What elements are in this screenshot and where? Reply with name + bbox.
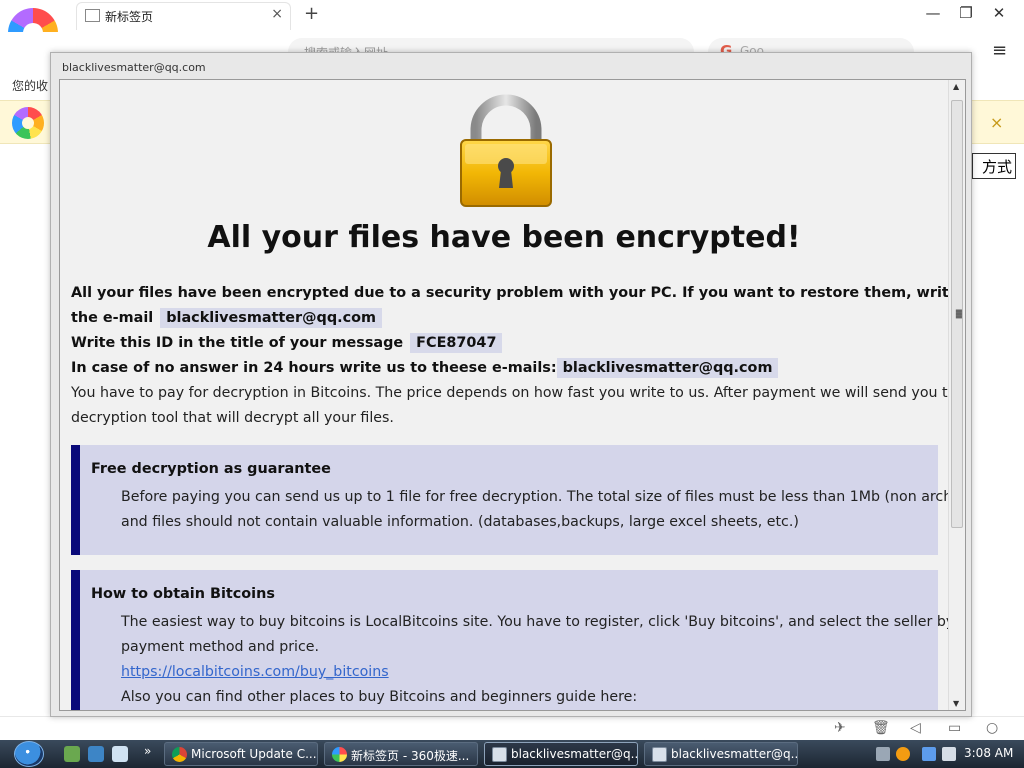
window-icon[interactable]: ▭: [948, 720, 961, 736]
notice-close-icon[interactable]: ×: [990, 113, 1003, 132]
quick-launch-more-icon[interactable]: »: [144, 744, 151, 758]
task-label: blacklivesmatter@q...: [671, 747, 798, 761]
padlock-icon: [460, 94, 552, 207]
grip-icon: ▬ ▬ ▬: [955, 306, 963, 321]
task-button-microsoft-update[interactable]: Microsoft Update C...: [164, 742, 318, 766]
task-button-360-browser[interactable]: 新标签页 - 360极速...: [324, 742, 478, 766]
intro-line-2: the e-mail blacklivesmatter@qq.com: [71, 308, 383, 328]
window-icon: [652, 747, 667, 762]
backup-prefix: In case of no answer in 24 hours write u…: [71, 360, 557, 376]
bookmark-bar-text: 您的收: [12, 79, 49, 93]
restore-button[interactable]: ❐: [955, 4, 977, 22]
panel-text-line: payment method and price.: [121, 639, 320, 655]
browser-icon[interactable]: [88, 746, 104, 762]
task-button-ransom-note[interactable]: blacklivesmatter@q...: [644, 742, 798, 766]
system-tray: 3:08 AM: [868, 740, 1024, 768]
scroll-up-icon[interactable]: ▲: [953, 82, 959, 91]
new-tab-button[interactable]: +: [304, 3, 319, 24]
note-content: All your files have been encrypted! All …: [60, 80, 948, 710]
tab-title: 新标签页: [105, 10, 154, 24]
panel-title: How to obtain Bitcoins: [91, 586, 275, 602]
scrollbar-thumb[interactable]: ▬ ▬ ▬: [951, 100, 963, 528]
localbitcoins-link[interactable]: https://localbitcoins.com/buy_bitcoins: [121, 664, 389, 680]
speaker-icon[interactable]: ◁: [910, 720, 921, 736]
task-label: Microsoft Update C...: [191, 747, 317, 761]
rocket-icon[interactable]: ✈: [834, 720, 846, 736]
tray-app-icon[interactable]: [876, 747, 890, 761]
windows-logo-icon: [14, 741, 44, 767]
note-frame: All your files have been encrypted! All …: [59, 79, 966, 711]
panel-free-decryption: Free decryption as guarantee Before payi…: [71, 445, 948, 555]
clock[interactable]: 3:08 AM: [964, 746, 1013, 760]
browser-tab-bar: 新标签页 × + — ❐ ✕: [0, 0, 1024, 58]
panel-text-line: The easiest way to buy bitcoins is Local…: [121, 614, 948, 630]
minimize-button[interactable]: —: [922, 4, 944, 22]
id-line: Write this ID in the title of your messa…: [71, 333, 503, 353]
panel-text-line: and files should not contain valuable in…: [121, 514, 799, 530]
email-highlight[interactable]: blacklivesmatter@qq.com: [160, 308, 383, 328]
360-browser-logo-icon: [12, 107, 44, 139]
intro-line-2-prefix: the e-mail: [71, 310, 154, 326]
network-icon[interactable]: [922, 747, 936, 761]
side-button[interactable]: 方式: [972, 153, 1016, 179]
trash-icon[interactable]: 🗑: [872, 720, 890, 736]
scroll-down-icon[interactable]: ▼: [953, 699, 959, 708]
vertical-scrollbar[interactable]: ▲ ▬ ▬ ▬ ▼: [948, 80, 965, 710]
panel-text-line: Before paying you can send us up to 1 fi…: [121, 489, 948, 505]
window-title: blacklivesmatter@qq.com: [62, 61, 206, 74]
search-icon[interactable]: ○: [986, 720, 998, 736]
360-browser-icon: [332, 747, 347, 762]
browser-status-bar: ✈ 🗑 ◁ ▭ ○: [0, 716, 1024, 740]
chrome-icon: [172, 747, 187, 762]
browser-tab-new-tab[interactable]: 新标签页 ×: [76, 2, 291, 30]
close-button[interactable]: ✕: [988, 4, 1010, 22]
pay-line-2: decryption tool that will decrypt all yo…: [71, 410, 394, 426]
tab-close-icon[interactable]: ×: [271, 6, 283, 22]
intro-line-1: All your files have been encrypted due t…: [71, 285, 948, 301]
search-icon[interactable]: [896, 747, 910, 761]
id-value[interactable]: FCE87047: [410, 333, 503, 353]
menu-icon[interactable]: ≡: [992, 40, 1007, 61]
panel-obtain-bitcoins: How to obtain Bitcoins The easiest way t…: [71, 570, 948, 710]
grid-icon: [85, 9, 100, 22]
ransom-note-window[interactable]: blacklivesmatter@qq.com All your files h…: [50, 52, 972, 717]
start-button[interactable]: [8, 740, 48, 768]
show-desktop-icon[interactable]: [64, 746, 80, 762]
task-label: blacklivesmatter@q...: [511, 747, 638, 761]
backup-email-line: In case of no answer in 24 hours write u…: [71, 358, 779, 378]
switch-windows-icon[interactable]: [112, 746, 128, 762]
id-prefix: Write this ID in the title of your messa…: [71, 335, 404, 351]
pay-line-1: You have to pay for decryption in Bitcoi…: [71, 385, 948, 401]
headline: All your files have been encrypted!: [207, 220, 801, 255]
taskbar: » Microsoft Update C... 新标签页 - 360极速... …: [0, 740, 1024, 768]
volume-icon[interactable]: [942, 747, 956, 761]
window-icon: [492, 747, 507, 762]
panel-text-line: Also you can find other places to buy Bi…: [121, 689, 638, 705]
task-button-ransom-note-active[interactable]: blacklivesmatter@q...: [484, 742, 638, 766]
backup-email-highlight[interactable]: blacklivesmatter@qq.com: [556, 358, 779, 378]
task-label: 新标签页 - 360极速...: [351, 749, 470, 763]
panel-title: Free decryption as guarantee: [91, 461, 331, 477]
